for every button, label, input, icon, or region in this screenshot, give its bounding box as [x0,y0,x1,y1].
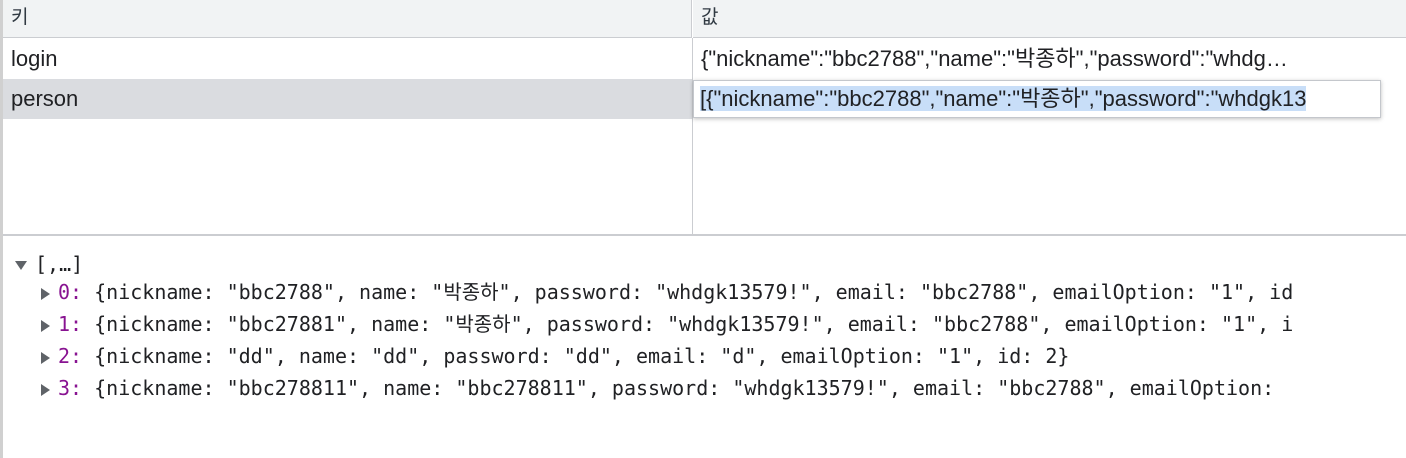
expand-right-icon[interactable] [41,319,50,332]
column-header-key[interactable]: 키 [3,0,692,38]
table-row-login[interactable]: login {"nickname":"bbc2788","name":"박종하"… [3,39,1406,79]
key-cell[interactable]: login [3,39,692,79]
item-text: {nickname: "bbc27881", name: "박종하", pass… [94,312,1294,336]
tree-root-label: [,…] [35,252,84,276]
expand-right-icon[interactable] [41,287,50,300]
value-cell[interactable]: {"nickname":"bbc2788","name":"박종하","pass… [693,39,1406,79]
expand-down-icon[interactable] [15,261,27,270]
item-index: 0: [58,280,83,304]
item-index: 1: [58,312,83,336]
item-text: {nickname: "bbc278811", name: "bbc278811… [94,376,1275,400]
item-text: {nickname: "bbc2788", name: "박종하", passw… [94,280,1294,304]
column-header-value[interactable]: 값 [693,0,1406,38]
item-index: 3: [58,376,83,400]
value-edit-input[interactable]: [{"nickname":"bbc2788","name":"박종하","pas… [693,80,1381,118]
tree-item[interactable]: 1: {nickname: "bbc27881", name: "박종하", p… [41,309,1293,339]
item-text: {nickname: "dd", name: "dd", password: "… [94,344,1070,368]
tree-item[interactable]: 3: {nickname: "bbc278811", name: "bbc278… [41,373,1274,403]
selected-text: [{"nickname":"bbc2788","name":"박종하","pas… [700,86,1307,111]
tree-item[interactable]: 2: {nickname: "dd", name: "dd", password… [41,341,1069,371]
value-preview: [,…] 0: {nickname: "bbc2788", name: "박종하… [3,236,1406,458]
tree-item[interactable]: 0: {nickname: "bbc2788", name: "박종하", pa… [41,277,1293,307]
item-index: 2: [58,344,83,368]
tree-root[interactable]: [,…] [15,250,83,278]
key-cell[interactable]: person [3,79,692,119]
expand-right-icon[interactable] [41,351,50,364]
expand-right-icon[interactable] [41,383,50,396]
